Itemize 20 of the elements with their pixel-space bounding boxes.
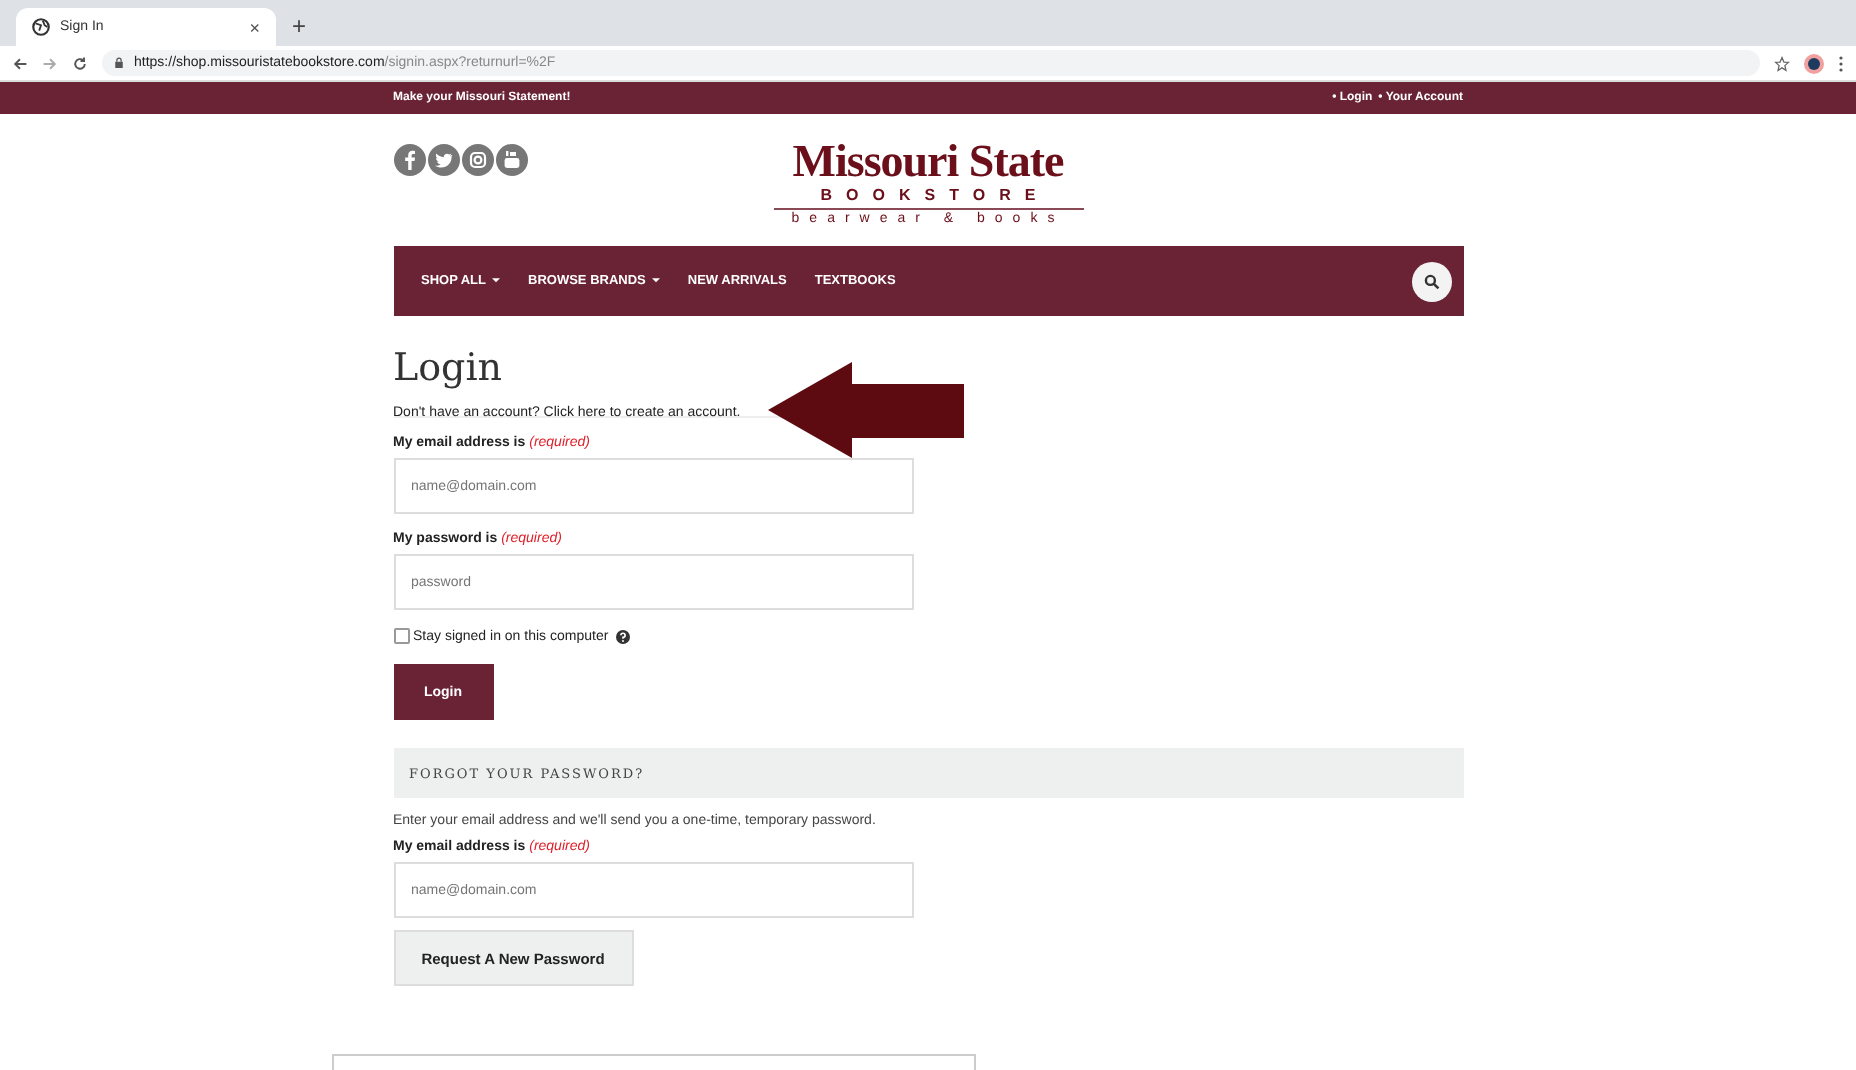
- reload-icon[interactable]: [72, 55, 88, 71]
- star-icon[interactable]: [1774, 55, 1790, 71]
- menu-icon[interactable]: [1838, 53, 1844, 73]
- new-tab-button[interactable]: +: [292, 12, 307, 40]
- lock-icon: [114, 56, 124, 70]
- page-title: Login: [393, 344, 505, 392]
- facebook-icon[interactable]: [393, 144, 425, 176]
- help-icon[interactable]: [616, 629, 631, 643]
- checkbox[interactable]: [393, 628, 409, 644]
- back-icon[interactable]: [12, 55, 28, 71]
- globe-icon: [32, 18, 50, 36]
- instagram-icon[interactable]: [461, 144, 493, 176]
- caret-icon: [651, 278, 660, 284]
- youtube-icon[interactable]: [495, 144, 527, 176]
- twitter-icon[interactable]: [427, 144, 459, 176]
- close-tab-button[interactable]: ×: [249, 17, 260, 37]
- profile-avatar-icon[interactable]: [1804, 53, 1824, 73]
- search-button[interactable]: [1411, 261, 1451, 301]
- search-icon: [1423, 273, 1439, 289]
- caret-icon: [492, 278, 501, 284]
